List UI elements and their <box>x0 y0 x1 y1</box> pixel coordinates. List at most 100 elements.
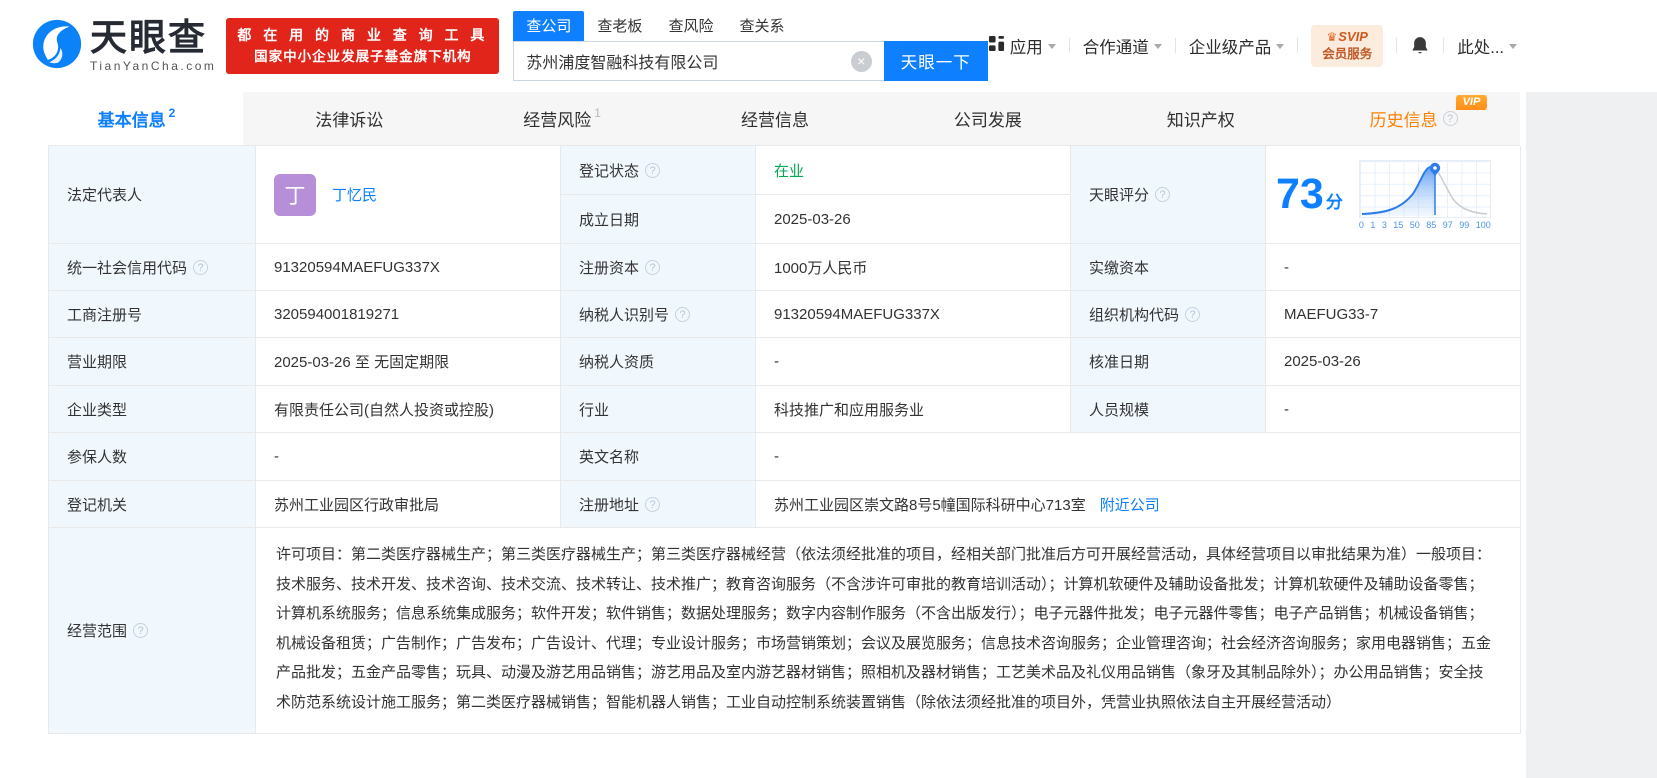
avatar[interactable]: 丁 <box>274 173 316 216</box>
tab-count-badge: 1 <box>594 105 601 120</box>
field-value-reg-no: 320594001819271 <box>256 291 561 338</box>
field-value-approval-date: 2025-03-26 <box>1266 338 1521 386</box>
field-label-address: 注册地址 <box>561 481 756 528</box>
user-menu[interactable]: 此处... <box>1457 34 1517 58</box>
company-info-table: 法定代表人 丁 丁忆民 登记状态 在业 成立日期 2025-03-26 天眼评分… <box>48 145 1521 734</box>
nav-apps[interactable]: 应用 <box>988 34 1056 58</box>
field-label-score: 天眼评分 <box>1071 146 1266 244</box>
vip-badge: VIP <box>1455 95 1488 110</box>
field-label-english-name: 英文名称 <box>561 433 756 481</box>
tab-risk[interactable]: 经营风险 1 <box>456 92 669 145</box>
tab-ip[interactable]: 知识产权 <box>1094 92 1307 145</box>
help-icon[interactable] <box>1155 187 1171 202</box>
search-tab-relation[interactable]: 查关系 <box>726 11 797 41</box>
score-distribution-chart: 01 3 15 50 85 97 99 100 <box>1358 159 1491 230</box>
tab-development[interactable]: 公司发展 <box>881 92 1094 145</box>
field-label-text: 登记状态 <box>579 162 640 180</box>
tab-label: 法律诉讼 <box>315 111 384 130</box>
field-value-legal-rep: 丁 丁忆民 <box>256 146 561 244</box>
tab-label: 知识产权 <box>1166 111 1235 130</box>
tab-label: 基本信息 <box>97 111 166 130</box>
search-area: 查公司 查老板 查风险 查关系 苏州浦度智融科技有限公司 × 天眼一下 <box>513 11 988 81</box>
field-value-term: 2025-03-26 至 无固定期限 <box>256 338 561 386</box>
help-icon[interactable] <box>1442 111 1458 126</box>
field-value-establish-date: 2025-03-26 <box>756 195 1071 244</box>
nav-apps-label: 应用 <box>1009 38 1043 57</box>
user-name: 此处... <box>1457 38 1504 57</box>
page-background-gutter <box>1526 92 1657 778</box>
search-tab-risk[interactable]: 查风险 <box>655 11 726 41</box>
tab-history[interactable]: VIP 历史信息 <box>1307 92 1520 145</box>
help-icon[interactable] <box>1185 306 1201 322</box>
field-value-english-name: - <box>756 433 1521 481</box>
nav-enterprise[interactable]: 企业级产品 <box>1189 34 1285 58</box>
divider <box>1443 38 1445 54</box>
help-icon[interactable] <box>645 259 661 275</box>
field-label-org-code: 组织机构代码 <box>1071 291 1266 338</box>
field-label-text: 组织机构代码 <box>1089 306 1180 324</box>
field-label-taxpayer-quality: 纳税人资质 <box>561 338 756 386</box>
tab-label: 历史信息 <box>1369 111 1438 130</box>
field-value-company-type: 有限责任公司(自然人投资或控股) <box>256 386 561 433</box>
search-tab-company[interactable]: 查公司 <box>513 11 585 41</box>
field-label-scope: 经营范围 <box>49 528 256 734</box>
tab-legal[interactable]: 法律诉讼 <box>243 92 456 145</box>
tab-basic-info[interactable]: 基本信息 2 <box>30 92 243 145</box>
nav-partner-label: 合作通道 <box>1082 38 1149 57</box>
field-value-org-code: MAEFUG33-7 <box>1266 291 1521 338</box>
nav-partner[interactable]: 合作通道 <box>1083 34 1162 58</box>
field-label-term: 营业期限 <box>49 338 256 386</box>
field-value-staff-size: - <box>1266 386 1521 433</box>
field-value-reg-capital: 1000万人民币 <box>756 244 1071 291</box>
svip-sublabel: 会员服务 <box>1322 47 1373 62</box>
help-icon[interactable] <box>133 623 149 638</box>
notification-bell-icon[interactable] <box>1410 35 1430 56</box>
field-value-address: 苏州工业园区崇文路8号5幢国际科研中心713室 附近公司 <box>756 481 1521 528</box>
promo-badge: 都 在 用 的 商 业 查 询 工 具 国家中小企业发展子基金旗下机构 <box>226 18 500 74</box>
clear-icon[interactable]: × <box>850 50 872 72</box>
tianyancha-logo[interactable]: 天眼查 TianYanCha.com <box>30 17 216 76</box>
field-value-score: 73 分 0 1 3 15 50 85 97 99 100 <box>1266 146 1521 244</box>
field-label-staff-size: 人员规模 <box>1071 386 1266 433</box>
legal-rep-link[interactable]: 丁忆民 <box>332 184 377 205</box>
field-label-taxpayer-id: 纳税人识别号 <box>561 291 756 338</box>
tab-label: 经营风险 <box>523 111 592 130</box>
nav-enterprise-label: 企业级产品 <box>1188 38 1272 57</box>
tab-operation[interactable]: 经营信息 <box>669 92 882 145</box>
field-value-industry: 科技推广和应用服务业 <box>756 386 1071 433</box>
divider <box>1174 38 1176 54</box>
score-number: 73 分 <box>1276 170 1343 218</box>
field-value-insured: - <box>256 433 561 481</box>
header-nav: 应用 合作通道 企业级产品 ♛SVIP 会员服务 此处... <box>988 25 1517 67</box>
help-icon[interactable] <box>645 162 661 178</box>
address-text: 苏州工业园区崇文路8号5幢国际科研中心713室 <box>774 496 1086 514</box>
field-label-reg-capital: 注册资本 <box>561 244 756 291</box>
field-label-paid-capital: 实缴资本 <box>1071 244 1266 291</box>
search-input[interactable]: 苏州浦度智融科技有限公司 × <box>513 41 884 81</box>
search-tab-boss[interactable]: 查老板 <box>584 11 655 41</box>
help-icon[interactable] <box>645 496 661 512</box>
svip-member-button[interactable]: ♛SVIP 会员服务 <box>1311 25 1384 67</box>
tab-count-badge: 2 <box>168 105 176 120</box>
nearby-companies-link[interactable]: 附近公司 <box>1100 494 1160 515</box>
app-grid-icon <box>988 35 1005 57</box>
field-label-industry: 行业 <box>561 386 756 433</box>
top-header: 天眼查 TianYanCha.com 都 在 用 的 商 业 查 询 工 具 国… <box>0 0 1657 92</box>
crown-icon: ♛ <box>1326 30 1338 45</box>
field-label-authority: 登记机关 <box>49 481 256 528</box>
help-icon[interactable] <box>193 259 209 275</box>
divider <box>1068 38 1070 54</box>
svip-label: SVIP <box>1338 29 1368 45</box>
help-icon[interactable] <box>675 306 691 322</box>
search-button[interactable]: 天眼一下 <box>883 41 988 81</box>
logo-swirl-icon <box>30 17 84 76</box>
field-label-text: 注册资本 <box>579 259 640 277</box>
status-badge: 在业 <box>774 162 805 180</box>
field-value-taxpayer-id: 91320594MAEFUG337X <box>756 291 1071 338</box>
field-label-text: 经营范围 <box>67 623 128 640</box>
section-tabs: 基本信息 2 法律诉讼 经营风险 1 经营信息 公司发展 知识产权 VIP 历史… <box>30 92 1520 145</box>
field-value-taxpayer-quality: - <box>756 338 1071 386</box>
promo-line1: 都 在 用 的 商 业 查 询 工 具 <box>237 27 489 44</box>
chevron-down-icon <box>1276 44 1285 50</box>
field-label-text: 注册地址 <box>579 496 640 514</box>
